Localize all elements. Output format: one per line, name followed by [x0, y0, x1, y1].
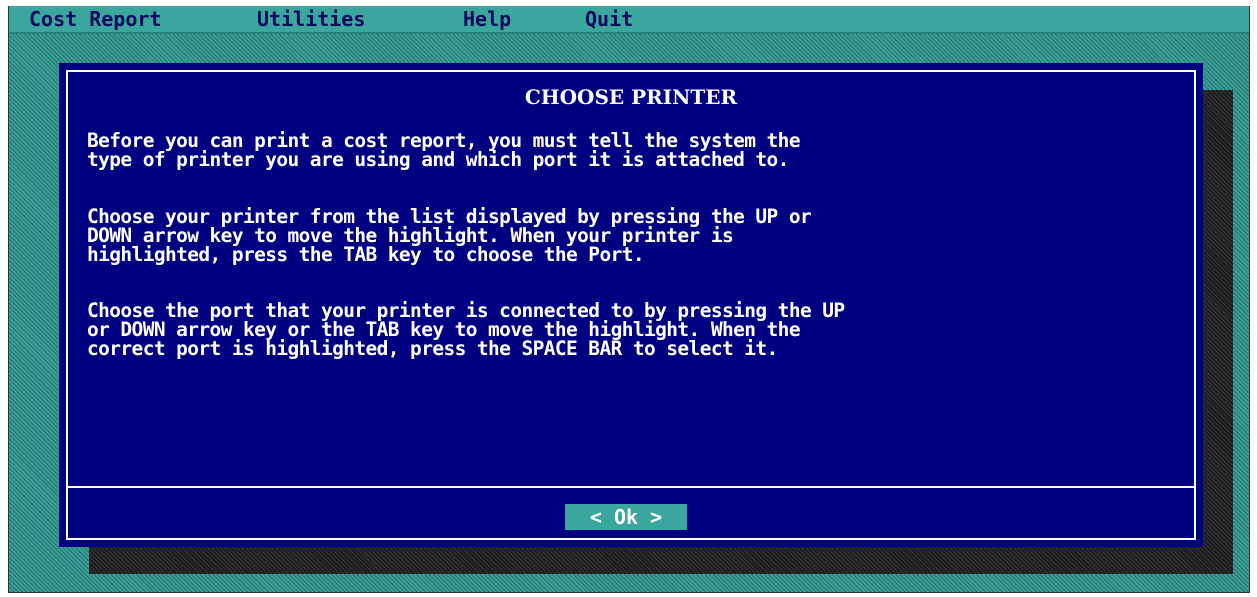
- paragraph-line: type of printer you are using and which …: [87, 148, 789, 171]
- choose-printer-dialog: CHOOSE PRINTER Before you can print a co…: [59, 63, 1203, 547]
- paragraph-line: highlighted, press the TAB key to choose…: [87, 243, 645, 266]
- dialog-title: CHOOSE PRINTER: [524, 85, 738, 109]
- menu-quit[interactable]: Quit: [585, 6, 633, 32]
- desktop: Cost Report Utilities Help Quit CHOOSE P…: [8, 6, 1250, 593]
- menu-cost-report[interactable]: Cost Report: [29, 6, 161, 32]
- ok-button[interactable]: < Ok >: [565, 504, 687, 530]
- dialog-divider: [68, 486, 1194, 488]
- menu-bar: Cost Report Utilities Help Quit: [9, 6, 1249, 34]
- menu-utilities[interactable]: Utilities: [257, 6, 365, 32]
- menu-help[interactable]: Help: [463, 6, 511, 32]
- printer-instructions-paragraph: Choose your printer from the list displa…: [87, 207, 1147, 266]
- paragraph-line: correct port is highlighted, press the S…: [87, 337, 778, 360]
- port-instructions-paragraph: Choose the port that your printer is con…: [87, 301, 1147, 360]
- intro-paragraph: Before you can print a cost report, you …: [87, 131, 1147, 171]
